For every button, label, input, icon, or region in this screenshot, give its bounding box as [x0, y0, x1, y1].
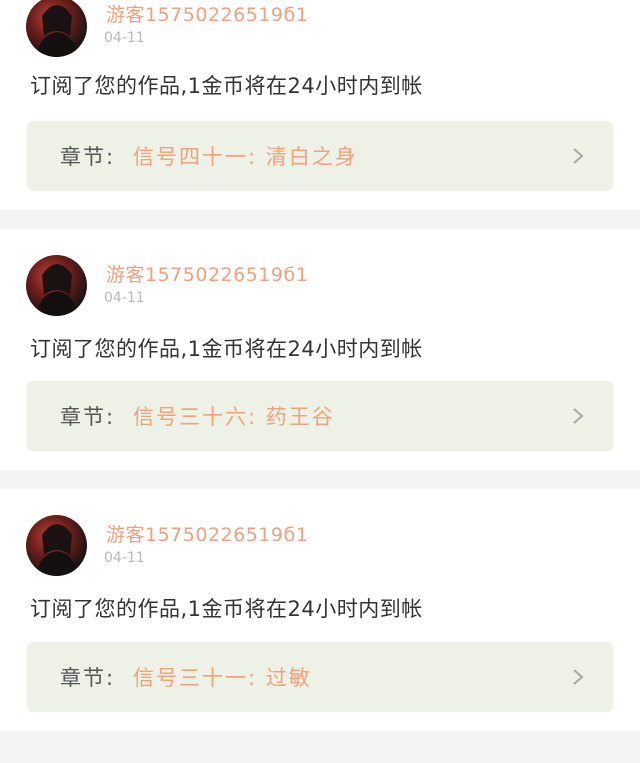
- avatar[interactable]: [26, 515, 87, 576]
- username[interactable]: 游客15750226519б1: [106, 260, 308, 287]
- chevron-right-icon: [573, 669, 584, 685]
- date: 04-11: [104, 30, 145, 46]
- chapter-link[interactable]: 章节: 信号三十一: 过敏: [27, 642, 613, 712]
- date: 04-11: [104, 290, 145, 306]
- chevron-right-icon: [573, 408, 584, 424]
- chapter-label: 章节:: [60, 145, 116, 169]
- notification-message: 订阅了您的作品,1金币将在24小时内到帐: [30, 337, 423, 361]
- notification-message: 订阅了您的作品,1金币将在24小时内到帐: [30, 74, 423, 98]
- date: 04-11: [104, 550, 145, 566]
- notification-message: 订阅了您的作品,1金币将在24小时内到帐: [30, 597, 423, 621]
- username[interactable]: 游客15750226519б1: [106, 520, 308, 547]
- chapter-link[interactable]: 章节: 信号三十六: 药王谷: [27, 381, 613, 451]
- notification-card: 游客15750226519б1 04-11 订阅了您的作品,1金币将在24小时内…: [0, 489, 640, 731]
- chapter-link[interactable]: 章节: 信号四十一: 清白之身: [27, 121, 613, 191]
- chapter-title: 信号三十一: 过敏: [133, 666, 312, 690]
- chevron-right-icon: [573, 148, 584, 164]
- username[interactable]: 游客15750226519б1: [106, 0, 308, 27]
- notification-card: 游客15750226519б1 04-11 订阅了您的作品,1金币将在24小时内…: [0, 229, 640, 470]
- notification-card: 游客15750226519б1 04-11 订阅了您的作品,1金币将在24小时内…: [0, 0, 640, 210]
- chapter-title: 信号四十一: 清白之身: [133, 145, 358, 169]
- chapter-label: 章节:: [60, 405, 116, 429]
- chapter-label: 章节:: [60, 666, 116, 690]
- avatar[interactable]: [26, 255, 87, 316]
- avatar[interactable]: [26, 0, 87, 57]
- chapter-title: 信号三十六: 药王谷: [133, 405, 335, 429]
